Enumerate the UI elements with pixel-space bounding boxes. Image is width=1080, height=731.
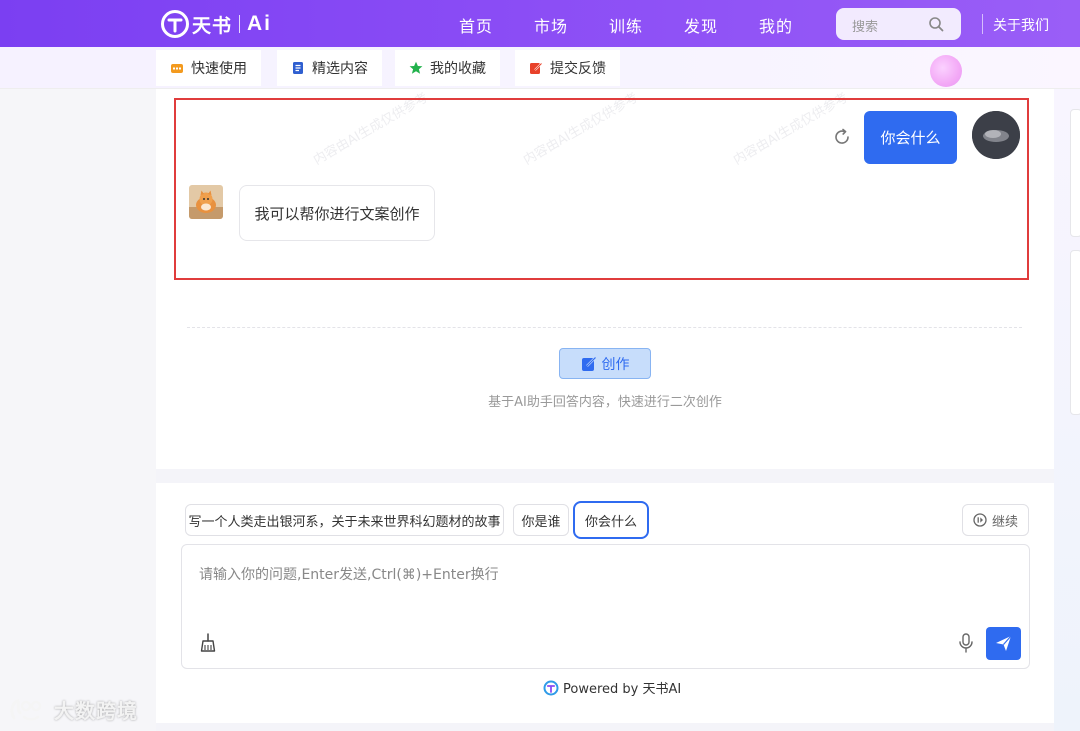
search-placeholder: 搜索 (852, 20, 879, 35)
decorative-bubble (930, 55, 962, 87)
create-hint-text: 基于AI助手回答内容，快速进行二次创作 (488, 395, 722, 410)
search-input[interactable]: 搜索 (836, 8, 961, 40)
document-icon (293, 62, 303, 74)
continue-button[interactable]: 继续 (962, 504, 1029, 536)
powered-by-text: Powered by 天书AI (563, 682, 682, 697)
about-us-link[interactable]: 关于我们 (993, 15, 1049, 35)
grid-icon (171, 64, 183, 73)
create-button[interactable]: 创作 (559, 348, 651, 379)
nav-item-market[interactable]: 市场 (534, 13, 568, 37)
brand-watermark-text: 大数跨境 (54, 699, 138, 723)
create-button-label: 创作 (601, 356, 630, 373)
send-icon (996, 635, 1012, 651)
clear-broom-icon[interactable] (199, 633, 217, 653)
continue-label: 继续 (991, 514, 1018, 530)
tianshu-logo-icon (161, 10, 189, 38)
sub-navigation-bar: 快速使用 精选内容 我的收藏 提交反馈 (0, 47, 1080, 89)
nav-item-mine[interactable]: 我的 (759, 13, 793, 37)
suggestion-chip-active[interactable]: 你会什么 (573, 501, 649, 539)
highlight-frame (174, 98, 1029, 280)
tianshu-mini-logo-icon (543, 680, 559, 695)
microphone-icon[interactable] (957, 633, 975, 653)
dashed-divider (187, 327, 1022, 328)
right-side-card (1070, 250, 1080, 415)
top-navigation-bar: 天书 Ai 首页 市场 训练 发现 我的 搜索 关于我们 (0, 0, 1080, 47)
edit-icon (530, 62, 543, 74)
tab-my-favorites[interactable]: 我的收藏 (395, 50, 500, 86)
logo-divider (239, 15, 241, 33)
tab-label: 快速使用 (191, 61, 247, 77)
tab-label: 我的收藏 (430, 61, 486, 77)
nav-item-home[interactable]: 首页 (459, 13, 493, 37)
logo[interactable]: 天书 Ai (160, 8, 272, 40)
tab-label: 精选内容 (312, 61, 368, 77)
nav-divider (982, 14, 983, 34)
logo-text: 天书 (192, 14, 233, 37)
tab-submit-feedback[interactable]: 提交反馈 (515, 50, 620, 86)
right-side-card (1070, 109, 1080, 237)
left-sidebar-area (0, 89, 156, 731)
compose-icon (581, 356, 596, 371)
suggestion-chip[interactable]: 你是谁 (513, 504, 569, 536)
powered-by: Powered by 天书AI (543, 678, 681, 697)
search-icon[interactable] (928, 16, 944, 32)
tab-quick-use[interactable]: 快速使用 (156, 50, 261, 86)
nav-item-discover[interactable]: 发现 (684, 13, 718, 37)
tab-label: 提交反馈 (550, 61, 606, 77)
chat-input[interactable]: 请输入你的问题,Enter发送,Ctrl(⌘)+Enter换行 (181, 544, 1030, 669)
suggestion-chip[interactable]: 写一个人类走出银河系，关于未来世界科幻题材的故事 (185, 504, 504, 536)
logo-ai-suffix: Ai (247, 12, 273, 35)
dashu-brand-logo-icon (10, 698, 42, 720)
send-button[interactable] (986, 627, 1021, 660)
nav-item-training[interactable]: 训练 (609, 13, 643, 37)
continue-icon (973, 513, 987, 527)
brand-watermark: 大数跨境 (8, 695, 138, 724)
chat-input-placeholder: 请输入你的问题,Enter发送,Ctrl(⌘)+Enter换行 (199, 567, 499, 583)
star-icon (409, 61, 423, 74)
tab-featured-content[interactable]: 精选内容 (277, 50, 382, 86)
